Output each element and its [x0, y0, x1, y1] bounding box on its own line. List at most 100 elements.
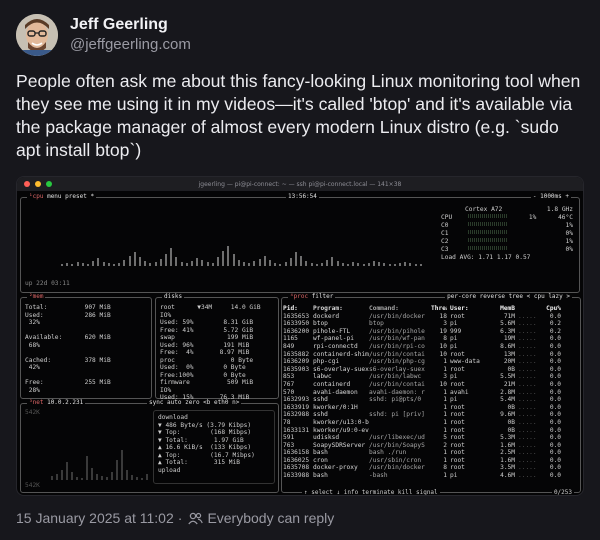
- process-row[interactable]: 1635882 containerd-shim/usr/bin/contai 10 r…: [283, 351, 581, 359]
- process-cell: 763: [283, 441, 295, 449]
- process-cell: root: [450, 441, 465, 449]
- process-cell: /usr/bin/SoapyS: [369, 441, 425, 449]
- net-controls[interactable]: sync auto zero <b eth0 n>: [147, 399, 242, 406]
- process-cell: 3: [443, 373, 447, 381]
- process-row[interactable]: 1633988 bash -bash 1 pi 4.6M..... 0.0: [283, 472, 581, 480]
- cpu-core-value: [518, 246, 536, 254]
- cpu-graph-bar: [378, 262, 381, 266]
- process-cell: root: [450, 426, 465, 434]
- process-cell: rpi-connectd: [313, 342, 358, 350]
- process-cell: 1: [443, 426, 447, 434]
- process-cell: 1636025: [283, 456, 310, 464]
- stat-line: Free: 4% 8.97 MiB: [160, 349, 250, 356]
- process-cell: 0.0: [549, 403, 561, 411]
- process-row[interactable]: 1635708 docker-proxy/usr/bin/docker 8 root 3…: [283, 464, 581, 472]
- process-row[interactable]: 78 kworker/u13:0-br 1 root 0B..... 0.0: [283, 419, 581, 427]
- cpu-core-extra: 46°C: [558, 214, 573, 221]
- process-cell: Threads:: [431, 305, 447, 312]
- process-cell: 20M: [503, 358, 515, 366]
- stat-line: IO%: [160, 311, 172, 319]
- net-graph-bar: [81, 478, 83, 480]
- process-cell: avahi: [450, 388, 469, 396]
- process-row[interactable]: 1165 wf-panel-pi/usr/bin/wf-pan 8 pi 19M....…: [283, 335, 581, 343]
- cpu-core-extra: 1%: [565, 222, 573, 229]
- process-row[interactable]: 1636025 cron/usr/sbin/cron 1 root 1.6M..... 0…: [283, 457, 581, 465]
- cpu-core-row: CPU 1% 46°C: [441, 214, 573, 222]
- process-cell: pi: [450, 335, 458, 343]
- process-cell: .....: [518, 312, 537, 320]
- process-row[interactable]: 853 labwc/usr/bin/labwc 3 pi 5.5M..... 0.0: [283, 373, 581, 381]
- process-row[interactable]: 763 SoapySDRServer/usr/bin/SoapyS 2 root 1.6…: [283, 442, 581, 450]
- process-cell: 8.6M: [500, 342, 515, 350]
- process-cell: User:: [450, 305, 469, 312]
- process-cell: root: [450, 365, 465, 373]
- cpu-graph-bar: [154, 262, 157, 266]
- cpu-graph-bar: [97, 258, 100, 266]
- process-row[interactable]: 591 udisksd/usr/libexec/ud 5 root 5.3M..... 0…: [283, 434, 581, 442]
- cpu-core-bar: [467, 222, 508, 226]
- process-row[interactable]: 1633950 btop btop 3 pi 5.6M..... 0.2: [283, 320, 581, 328]
- post-date[interactable]: 15 January 2025 at 11:02: [16, 510, 174, 526]
- cpu-graph-bar: [133, 252, 136, 266]
- cpu-graph-bar: [388, 264, 391, 266]
- process-cell: pi: [450, 373, 458, 381]
- process-cell: 5.4M: [500, 396, 515, 404]
- cpu-graph-bar: [357, 263, 360, 266]
- process-cell: 591: [283, 434, 295, 442]
- cpu-graph-bar: [253, 261, 256, 266]
- process-cell: 0.0: [549, 373, 561, 381]
- process-row[interactable]: 1633131 kworker/u9:0-eve 1 root 0B..... 0.0: [283, 427, 581, 435]
- reply-setting[interactable]: Everybody can reply: [207, 510, 334, 526]
- btop-terminal: ¹cpu menu preset * 13:56:54 - 1000ms + u…: [17, 191, 583, 495]
- terminal-titlebar: jgeerling — pi@pi-connect: ~ — ssh pi@pi…: [17, 177, 583, 191]
- process-row[interactable]: 1636158 bash bash ./run 1 root 2.5M..... 0.0: [283, 449, 581, 457]
- process-row[interactable]: 1636200 pihole-FTL/usr/bin/pihole 19 999 6.3…: [283, 328, 581, 336]
- process-cell: [515, 305, 541, 313]
- process-row[interactable]: 1636209 php-cgi/usr/bin/php-cg 1 www-data 20…: [283, 358, 581, 366]
- stat-line: firmware 509 MiB: [160, 379, 254, 386]
- process-row[interactable]: 849 rpi-connectd/usr/bin/rpi-co 10 pi 8.6M..…: [283, 343, 581, 351]
- proc-footer[interactable]: ↑ select ↓ info terminate kill signal: [302, 489, 440, 495]
- process-cell: 1632993: [283, 396, 310, 404]
- process-cell: 0B: [507, 365, 515, 373]
- embedded-screenshot[interactable]: jgeerling — pi@pi-connect: ~ — ssh pi@pi…: [16, 176, 584, 496]
- stat-line: ▼ Top: (168 Mibps): [158, 429, 252, 436]
- process-cell: 21M: [503, 380, 515, 388]
- cpu-graph-bar: [310, 263, 313, 266]
- process-cell: 0.0: [549, 464, 561, 472]
- author-name[interactable]: Jeff Geerling: [70, 15, 191, 35]
- process-cell: kworker/0:1H: [313, 403, 358, 411]
- process-cell: /usr/bin/docker: [369, 464, 425, 472]
- author-handle[interactable]: @jeffgeerling.com: [70, 35, 191, 55]
- cpu-graph: [61, 226, 431, 266]
- net-graph-bar: [126, 470, 128, 480]
- process-row[interactable]: 1633919 kworker/0:1H 1 root 0B..... 0.0: [283, 404, 581, 412]
- process-cell: SoapySDRServer: [313, 441, 366, 449]
- proc-filter[interactable]: filter: [312, 293, 334, 300]
- process-row[interactable]: 1635903 s6-overlay-suex s6-overlay-suex 1 ro…: [283, 366, 581, 374]
- process-row[interactable]: 570 avahi-daemon avahi-daemon: r 1 avahi 2.8M…: [283, 389, 581, 397]
- process-cell: 19M: [503, 335, 515, 343]
- cpu-core-label: C2: [441, 238, 449, 245]
- process-cell: kworker/u13:0-br: [313, 418, 369, 426]
- process-cell: .....: [518, 449, 537, 457]
- cpu-graph-bar: [373, 261, 375, 266]
- stat-line: Used: 0% 0 Byte: [160, 364, 246, 371]
- stat-line: [25, 349, 149, 357]
- avatar[interactable]: [16, 14, 58, 56]
- process-cell: 1: [443, 388, 447, 396]
- cpu-graph-bar: [92, 261, 95, 266]
- process-cell: 0.0: [549, 456, 561, 464]
- process-row[interactable]: 1635653 dockerd/usr/bin/docker 18 root 71M..…: [283, 313, 581, 321]
- process-cell: [369, 404, 431, 412]
- process-row[interactable]: 1632988 sshd sshd: pi [priv] 1 root 9.6M.....…: [283, 411, 581, 419]
- proc-controls[interactable]: per-core reverse tree < cpu lazy >: [445, 293, 572, 300]
- process-row[interactable]: 1632993 sshd sshd: pi@pts/0 1 pi 5.4M..... 0.0: [283, 396, 581, 404]
- process-cell: .....: [518, 464, 537, 472]
- process-cell: labwc: [313, 373, 332, 381]
- net-stats-box: download ▼ 486 Byte/s (3.79 Kibps) ▼ Top: …: [153, 410, 275, 484]
- process-cell: /usr/bin/contai: [369, 350, 425, 358]
- process-row[interactable]: 767 containerd/usr/bin/contai 10 root 21M...…: [283, 381, 581, 389]
- net-graph-bar: [51, 476, 53, 480]
- process-cell: sshd: pi [priv]: [369, 411, 425, 419]
